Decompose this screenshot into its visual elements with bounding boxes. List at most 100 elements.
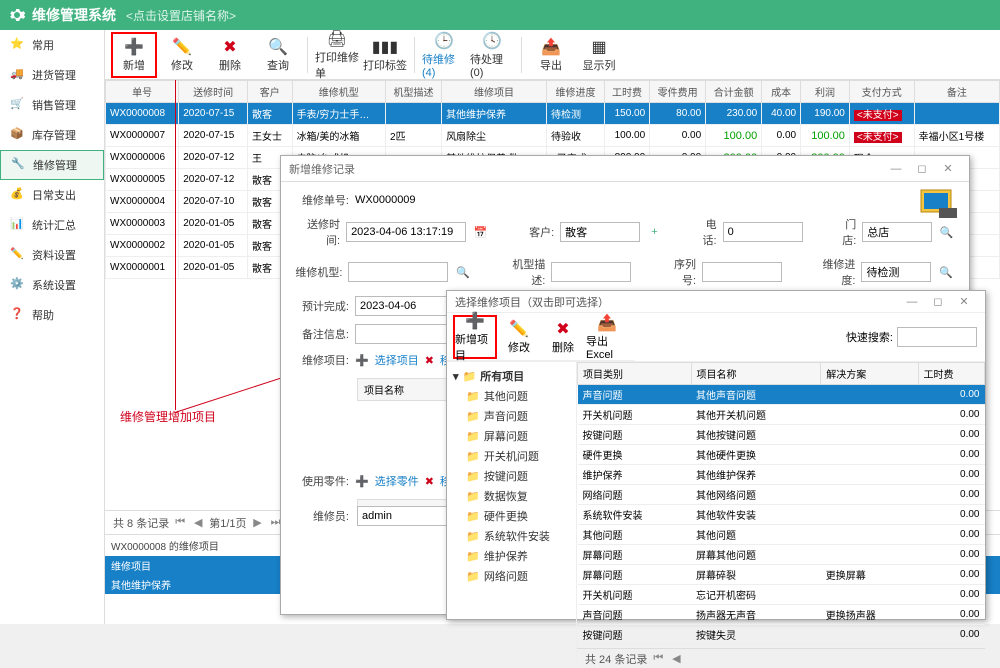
folder-icon: 📁 [466,470,480,483]
tree-item[interactable]: 📁数据恢复 [453,486,570,506]
dlg1-min[interactable]: — [883,163,909,175]
val-wxno: WX0000009 [355,194,445,206]
tool-clock2[interactable]: 🕓待处理(0) [469,32,515,78]
input-sendtime[interactable] [346,222,466,242]
dlg2-tool-x[interactable]: ✖删除 [541,315,585,359]
tool-print[interactable]: 🖨打印维修单 [314,32,360,78]
tree-item[interactable]: 📁按键问题 [453,466,570,486]
dlg1-close[interactable]: ✕ [935,162,961,175]
dlg2-tool-pencil[interactable]: ✏️修改 [497,315,541,359]
search-input[interactable] [897,327,977,347]
input-est[interactable] [355,296,455,316]
lbl-desc: 机型描述: [501,256,545,288]
input-model[interactable] [348,262,448,282]
sidebar-item-money[interactable]: 💰日常支出 [0,180,104,210]
dlg2-prev[interactable]: ◀ [669,652,683,666]
tool-barcode[interactable]: ▮▮▮打印标签 [362,32,408,78]
lbl-remark: 备注信息: [295,326,349,342]
tree-item[interactable]: 📁其他问题 [453,386,570,406]
input-desc[interactable] [551,262,631,282]
dlg2-close[interactable]: ✕ [951,295,977,308]
table-row[interactable]: WX00000082020-07-15散客手表/穷力士手…其他维护保养待检测15… [106,103,1000,125]
sidebar-item-star[interactable]: ⭐常用 [0,30,104,60]
pencil-icon: ✏️ [509,319,529,339]
input-store[interactable] [862,222,932,242]
pager-first[interactable]: ⏮ [173,516,187,530]
dlg2-first[interactable]: ⏮ [651,652,665,666]
table-row[interactable]: 屏幕问题屏幕其他问题0.00 [578,545,985,565]
gear-icon: ⚙️ [10,277,26,293]
dlg2-tool-export[interactable]: 📤导出Excel [585,315,629,359]
table-row[interactable]: 硬件更换其他硬件更换0.00 [578,445,985,465]
tool-x[interactable]: ✖删除 [207,32,253,78]
lbl-repairer: 维修员: [295,508,349,524]
table-row[interactable]: 系统软件安装其他软件安装0.00 [578,505,985,525]
sidebar-item-gear[interactable]: ⚙️系统设置 [0,270,104,300]
sidebar-item-box[interactable]: 📦库存管理 [0,120,104,150]
sidebar-item-pencil[interactable]: ✏️资料设置 [0,240,104,270]
table-row[interactable]: 网络问题其他网络问题0.00 [578,485,985,505]
tree-item[interactable]: ▾ 📁所有项目 [453,366,570,386]
table-row[interactable]: 声音问题其他声音问题0.00 [578,385,985,405]
search-store-icon[interactable]: 🔍 [938,222,955,242]
dlg2-tool-plus[interactable]: ➕新增项目 [453,315,497,359]
sidebar-item-cart[interactable]: 🛒销售管理 [0,90,104,120]
dlg2-min[interactable]: — [899,296,925,308]
tool-clock[interactable]: 🕒待维修(4) [421,32,467,78]
add-cust-icon[interactable]: + [646,222,663,242]
pager-prev[interactable]: ◀ [191,516,205,530]
tool-search[interactable]: 🔍查询 [255,32,301,78]
dlg2-max[interactable]: ◻ [925,295,951,308]
sidebar-item-truck[interactable]: 🚚进货管理 [0,60,104,90]
tree-item[interactable]: 📁系统软件安装 [453,526,570,546]
search-prog-icon[interactable]: 🔍 [937,262,955,282]
dlg2-title: 选择维修项目（双击即可选择） [455,294,609,310]
table-row[interactable]: 声音问题扬声器无声音更换扬声器0.00 [578,605,985,625]
sidebar-item-wrench[interactable]: 🔧维修管理 [0,150,104,180]
table-row[interactable]: WX00000072020-07-15王女士冰箱/美的冰箱2匹风扇除尘待验收10… [106,125,1000,147]
pager-next[interactable]: ▶ [251,516,265,530]
table-row[interactable]: 其他问题其他问题0.00 [578,525,985,545]
input-prog[interactable] [861,262,931,282]
calendar-icon[interactable]: 📅 [472,222,489,242]
category-tree[interactable]: ▾ 📁所有项目 📁其他问题 📁声音问题 📁屏幕问题 📁开关机问题 📁按键问题 📁… [447,362,576,668]
table-row[interactable]: 按键问题其他按键问题0.00 [578,425,985,445]
sidebar-item-help[interactable]: ❓帮助 [0,300,104,330]
tool-columns[interactable]: ▦显示列 [576,32,622,78]
table-row[interactable]: 维护保养其他维护保养0.00 [578,465,985,485]
dlg2-titlebar[interactable]: 选择维修项目（双击即可选择） — ◻ ✕ [447,291,985,313]
annot-line-1 [175,80,176,410]
app-header: 维修管理系统 <点击设置店铺名称> [0,0,1000,30]
input-phone[interactable] [723,222,803,242]
sel-item-btn[interactable]: 选择项目 [375,352,419,368]
tree-item[interactable]: 📁屏幕问题 [453,426,570,446]
app-subtitle[interactable]: <点击设置店铺名称> [126,7,236,24]
tree-item[interactable]: 📁维护保养 [453,546,570,566]
table-row[interactable]: 开关机问题其他开关机问题0.00 [578,405,985,425]
table-row[interactable]: 屏幕问题屏幕碎裂更换屏幕0.00 [578,565,985,585]
tool-pencil[interactable]: ✏️修改 [159,32,205,78]
tree-item[interactable]: 📁开关机问题 [453,446,570,466]
tree-item[interactable]: 📁网络问题 [453,566,570,586]
lbl-serial: 序列号: [661,256,696,288]
search-model-icon[interactable]: 🔍 [454,262,472,282]
tool-export[interactable]: 📤导出 [528,32,574,78]
dlg2-footer: 共 24 条记录 ⏮ ◀ [577,648,985,668]
dlg2-toolbar: ➕新增项目✏️修改✖删除📤导出Excel [447,313,635,361]
input-serial[interactable] [702,262,782,282]
del-item-icon: ✖ [425,354,434,367]
input-cust[interactable] [560,222,640,242]
dlg1-max[interactable]: ◻ [909,162,935,175]
items-grid[interactable]: 项目类别项目名称解决方案工时费声音问题其他声音问题0.00开关机问题其他开关机问… [577,362,985,648]
export-icon: 📤 [597,313,617,333]
dlg1-titlebar[interactable]: 新增维修记录 — ◻ ✕ [281,156,969,182]
sidebar-item-chart[interactable]: 📊统计汇总 [0,210,104,240]
tree-item[interactable]: 📁硬件更换 [453,506,570,526]
sel-part-btn[interactable]: 选择零件 [375,473,419,489]
tree-item[interactable]: 📁声音问题 [453,406,570,426]
money-icon: 💰 [10,187,26,203]
table-row[interactable]: 按键问题按键失灵0.00 [578,625,985,645]
input-repairer[interactable] [357,506,457,526]
table-row[interactable]: 开关机问题忘记开机密码0.00 [578,585,985,605]
tool-plus[interactable]: ➕新增 [111,32,157,78]
